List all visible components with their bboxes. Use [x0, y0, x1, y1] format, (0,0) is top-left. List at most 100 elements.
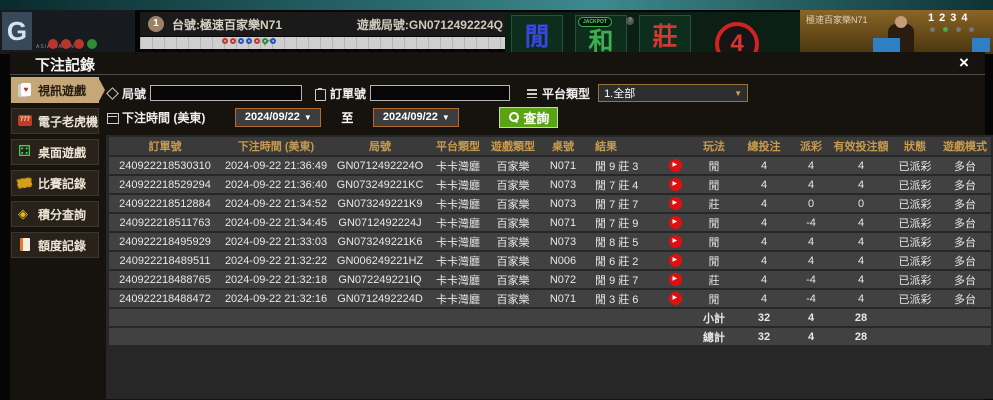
cell-game-mode: 多台	[939, 233, 991, 250]
table-number-4[interactable]: 4	[961, 12, 967, 24]
cell-total-bet: 4	[737, 271, 791, 288]
table-row: 240922218512884 2024-09-22 21:34:52 GN07…	[109, 195, 991, 212]
bet-tile-label: 和	[588, 29, 613, 52]
cell-payout: 4	[791, 233, 831, 250]
replay-button[interactable]: ▶	[669, 273, 682, 286]
video-card-shape	[972, 38, 990, 52]
total-valid-sum: 28	[831, 328, 891, 345]
bet-tile-label: 莊	[652, 24, 677, 50]
cell-play-method: 閒	[691, 176, 737, 193]
roadmap-dot	[262, 38, 268, 44]
platform-list-icon	[526, 87, 538, 99]
sidebar: 視訊遊戲 電子老虎機 桌面遊戲 比賽記錄 積分查詢 額度記錄	[10, 75, 100, 399]
sidebar-item-document[interactable]: 額度記錄	[11, 232, 99, 258]
logo-g-icon: G	[2, 12, 32, 50]
play-icon: ▶	[673, 161, 678, 170]
cell-play-method: 閒	[691, 252, 737, 269]
cell-game-mode: 多台	[939, 176, 991, 193]
diamond-icon	[17, 206, 33, 222]
replay-button[interactable]: ▶	[669, 254, 682, 267]
cell-game-mode: 多台	[939, 214, 991, 231]
replay-button[interactable]: ▶	[669, 178, 682, 191]
play-icon: ▶	[673, 237, 678, 246]
cell-total-bet: 4	[737, 195, 791, 212]
column-header: 有效投注額	[831, 137, 891, 155]
cell-game-type: 百家樂	[487, 271, 539, 288]
platform-filter-label: 平台類型	[542, 85, 590, 102]
dialog-title: 下注記錄	[35, 54, 95, 75]
sidebar-item-diamond[interactable]: 積分查詢	[11, 201, 99, 227]
grand-total-row: 總計 32 4 28	[109, 328, 991, 345]
bet-tile[interactable]: 莊	[639, 15, 691, 52]
platform-select[interactable]: 1.全部 ▼	[598, 84, 748, 102]
sidebar-item-label: 視訊遊戲	[38, 82, 86, 99]
replay-button[interactable]: ▶	[669, 216, 682, 229]
roadmap-dot	[254, 38, 260, 44]
table-number-1[interactable]: 1	[928, 12, 934, 24]
table-row: 240922218488765 2024-09-22 21:32:18 GN07…	[109, 271, 991, 288]
bet-tile[interactable]: 閒	[511, 15, 563, 52]
cell-platform: 卡卡灣廳	[429, 214, 487, 231]
cell-table-no: N071	[539, 214, 587, 231]
cell-game-mode: 多台	[939, 271, 991, 288]
play-icon: ▶	[673, 218, 678, 227]
screen: G ASIA GAMING 1 台號:極速百家樂N71 遊戲局號:GN07124…	[0, 0, 993, 400]
roadmap-dot	[222, 38, 228, 44]
sidebar-item-label: 比賽記錄	[38, 175, 86, 192]
cell-result: 閒 3 莊 6	[587, 290, 659, 307]
table-number-2[interactable]: 2	[939, 12, 945, 24]
cell-round-no: GN0712492224O	[331, 157, 429, 174]
filter-bar: 局號 訂單號 平台類型 1.全部 ▼ 下注時間	[104, 79, 993, 131]
cell-table-no: N073	[539, 195, 587, 212]
cell-order-no: 240922218489511	[109, 252, 221, 269]
table-number-3[interactable]: 3	[950, 12, 956, 24]
cell-valid-bet: 4	[831, 176, 891, 193]
cell-play-method: 莊	[691, 271, 737, 288]
cell-total-bet: 4	[737, 252, 791, 269]
cell-bet-time: 2024-09-22 21:36:49	[221, 157, 331, 174]
bet-time-label: 下注時間 (美東)	[122, 109, 205, 126]
cell-total-bet: 4	[737, 214, 791, 231]
replay-button[interactable]: ▶	[669, 235, 682, 248]
content-area: 局號 訂單號 平台類型 1.全部 ▼ 下注時間	[100, 75, 993, 399]
cell-result: 閒 6 莊 2	[587, 252, 659, 269]
cell-round-no: GN006249221HZ	[331, 252, 429, 269]
table-number-buttons: 1234	[928, 12, 968, 24]
sidebar-item-label: 電子老虎機	[38, 113, 98, 130]
sidebar-item-cards[interactable]: 視訊遊戲	[11, 77, 99, 103]
date-from-picker[interactable]: 2024/09/22 ▼	[235, 108, 321, 127]
subtotal-row: 小計 32 4 28	[109, 309, 991, 326]
sidebar-item-ticket[interactable]: 比賽記錄	[11, 170, 99, 196]
countdown-timer: 4	[715, 22, 759, 52]
replay-button[interactable]: ▶	[669, 159, 682, 172]
table-row: 240922218488472 2024-09-22 21:32:16 GN07…	[109, 290, 991, 307]
round-input[interactable]	[150, 85, 302, 101]
sidebar-item-table-games[interactable]: 桌面遊戲	[11, 139, 99, 165]
replay-button[interactable]: ▶	[669, 197, 682, 210]
video-table-title: 極速百家樂N71	[806, 13, 868, 26]
roadmap-dot	[238, 38, 244, 44]
cell-status: 已派彩	[891, 176, 939, 193]
play-icon: ▶	[673, 199, 678, 208]
cell-order-no: 240922218529294	[109, 176, 221, 193]
replay-button[interactable]: ▶	[669, 292, 682, 305]
close-icon[interactable]: ×	[955, 53, 973, 73]
bet-tile[interactable]: JACKPOT ? 和	[575, 15, 627, 52]
date-to-picker[interactable]: 2024/09/22 ▼	[373, 108, 459, 127]
play-icon: ▶	[673, 275, 678, 284]
help-icon[interactable]: ?	[626, 17, 634, 25]
column-header: 下注時間 (美東)	[221, 137, 331, 155]
cell-platform: 卡卡灣廳	[429, 252, 487, 269]
sidebar-item-slot-machine[interactable]: 電子老虎機	[11, 108, 99, 134]
chevron-down-icon: ▼	[734, 89, 742, 98]
cell-total-bet: 4	[737, 157, 791, 174]
cell-play-method: 閒	[691, 157, 737, 174]
cell-valid-bet: 0	[831, 195, 891, 212]
table-row: 240922218511763 2024-09-22 21:34:45 GN07…	[109, 214, 991, 231]
cell-play-method: 莊	[691, 195, 737, 212]
cell-play-method: 閒	[691, 290, 737, 307]
order-input[interactable]	[370, 85, 510, 101]
slot-machine-icon	[17, 113, 33, 129]
total-payout-sum: 4	[791, 309, 831, 326]
search-button[interactable]: 查詢	[499, 107, 558, 128]
